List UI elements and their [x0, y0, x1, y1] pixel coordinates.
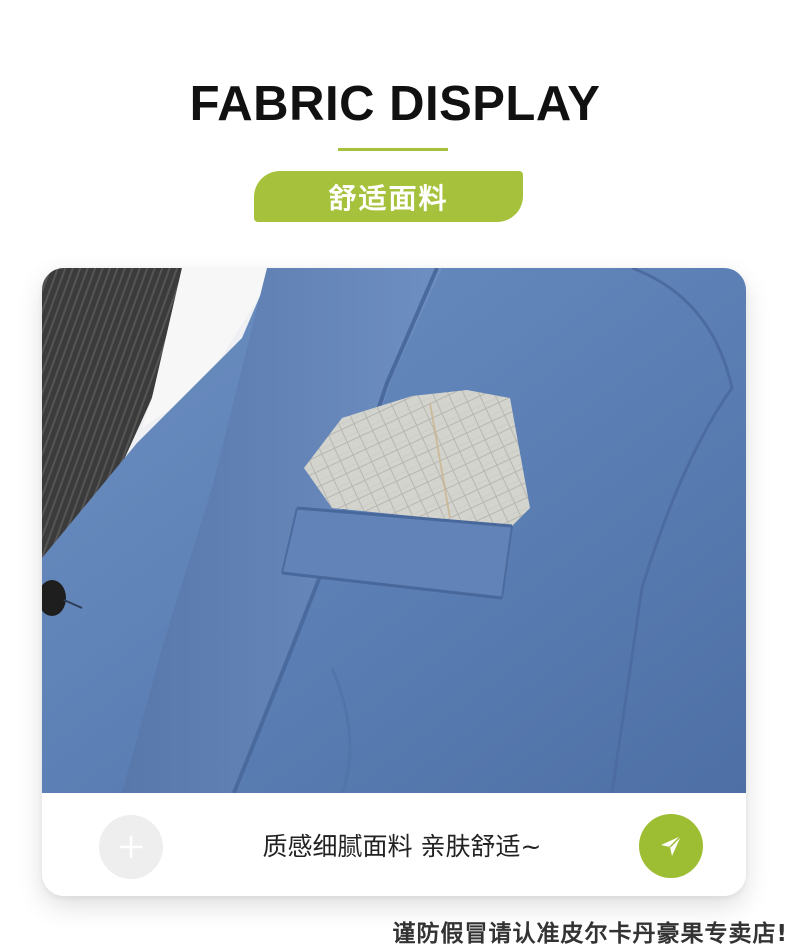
- fabric-card: 质感细腻面料 亲肤舒适~: [42, 268, 746, 896]
- fabric-photo: [42, 268, 746, 793]
- anti-counterfeit-notice: 谨防假冒请认准皮尔卡丹豪果专卖店!: [392, 921, 788, 945]
- send-button[interactable]: [639, 814, 703, 878]
- caption-bar: 质感细腻面料 亲肤舒适~: [42, 793, 746, 896]
- add-button[interactable]: [99, 815, 163, 879]
- page-title: FABRIC DISPLAY: [189, 77, 601, 131]
- plus-icon: [119, 835, 143, 859]
- title-divider: [338, 148, 448, 151]
- send-icon: [661, 835, 682, 856]
- subtitle-pill: 舒适面料: [254, 171, 523, 222]
- fabric-caption: 质感细腻面料 亲肤舒适~: [262, 831, 542, 861]
